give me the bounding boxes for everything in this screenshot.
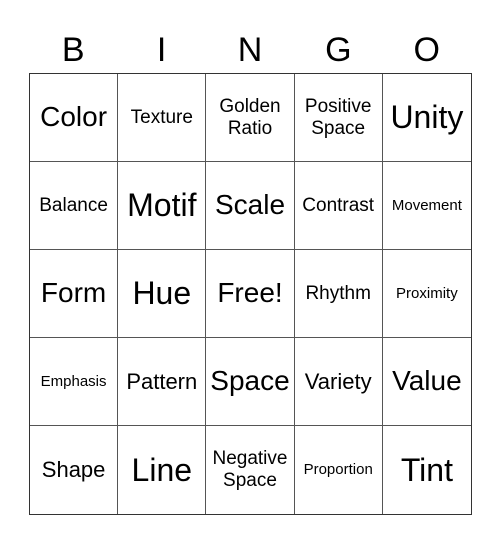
bingo-cell-label: Balance — [39, 194, 108, 216]
bingo-cell[interactable]: Negative Space — [206, 426, 295, 514]
bingo-cell[interactable]: Motif — [118, 162, 207, 250]
bingo-cell[interactable]: Texture — [118, 74, 207, 162]
bingo-cell[interactable]: Line — [118, 426, 207, 514]
bingo-cell[interactable]: Balance — [30, 162, 119, 250]
bingo-cell[interactable]: Scale — [206, 162, 295, 250]
bingo-cell[interactable]: Golden Ratio — [206, 74, 295, 162]
bingo-cell[interactable]: Variety — [294, 338, 383, 426]
bingo-cell[interactable]: Shape — [30, 426, 119, 514]
bingo-cell-label: Scale — [214, 189, 286, 221]
header-letter-o: O — [413, 31, 440, 69]
bingo-cell[interactable]: Unity — [382, 74, 471, 162]
bingo-cell[interactable]: Positive Space — [294, 74, 383, 162]
bingo-cell-label: Proportion — [303, 461, 373, 479]
bingo-cell-label: Value — [392, 365, 462, 397]
bingo-cell[interactable]: Pattern — [118, 338, 207, 426]
bingo-cell[interactable]: Value — [382, 338, 471, 426]
bingo-cell[interactable]: Color — [30, 74, 119, 162]
bingo-card-grid: Color Texture Golden Ratio Positive Space Un… — [29, 73, 472, 515]
bingo-cell-label: Movement — [391, 196, 462, 214]
header-letter-b: B — [61, 31, 85, 69]
bingo-cell-label: Texture — [130, 106, 193, 128]
bingo-cell[interactable]: Hue — [118, 250, 207, 338]
bingo-cell[interactable]: Emphasis — [30, 338, 119, 426]
bingo-cell-label: Golden Ratio — [219, 95, 281, 139]
bingo-cell[interactable]: Form — [30, 250, 119, 338]
bingo-cell-label: Emphasis — [40, 372, 107, 390]
bingo-cell-label: Proximity — [396, 284, 458, 302]
bingo-cell-label: Pattern — [126, 368, 198, 394]
bingo-cell-label: Contrast — [302, 194, 375, 216]
bingo-cell[interactable]: Proximity — [382, 250, 471, 338]
bingo-cell[interactable]: Contrast — [294, 162, 383, 250]
bingo-cell-label: Rhythm — [305, 282, 371, 304]
bingo-cell-label: Shape — [41, 457, 106, 483]
bingo-cell-label: Color — [40, 101, 108, 133]
bingo-cell-label: Line — [131, 451, 193, 488]
bingo-cell-label: Space — [210, 365, 290, 397]
bingo-cell-label: Motif — [127, 187, 197, 224]
bingo-cell[interactable]: Free! — [206, 250, 295, 338]
bingo-cell-label: Free! — [217, 277, 283, 309]
bingo-cell[interactable]: Rhythm — [294, 250, 383, 338]
header-letter-n: N — [237, 31, 263, 69]
header-letter-g: G — [325, 31, 352, 69]
bingo-cell-label: Positive Space — [304, 95, 372, 139]
bingo-cell-label: Tint — [400, 451, 453, 488]
bingo-cell[interactable]: Movement — [382, 162, 471, 250]
bingo-cell[interactable]: Tint — [383, 426, 471, 514]
bingo-cell-label: Negative Space — [212, 448, 288, 491]
bingo-cell-label: Unity — [390, 99, 464, 136]
bingo-header: B I N G O — [29, 28, 471, 72]
bingo-cell[interactable]: Proportion — [295, 426, 383, 514]
bingo-cell-label: Variety — [304, 368, 372, 394]
bingo-cell[interactable]: Space — [206, 338, 295, 426]
bingo-cell-label: Form — [40, 277, 107, 309]
header-letter-i: I — [156, 31, 167, 69]
bingo-cell-label: Hue — [132, 275, 192, 312]
